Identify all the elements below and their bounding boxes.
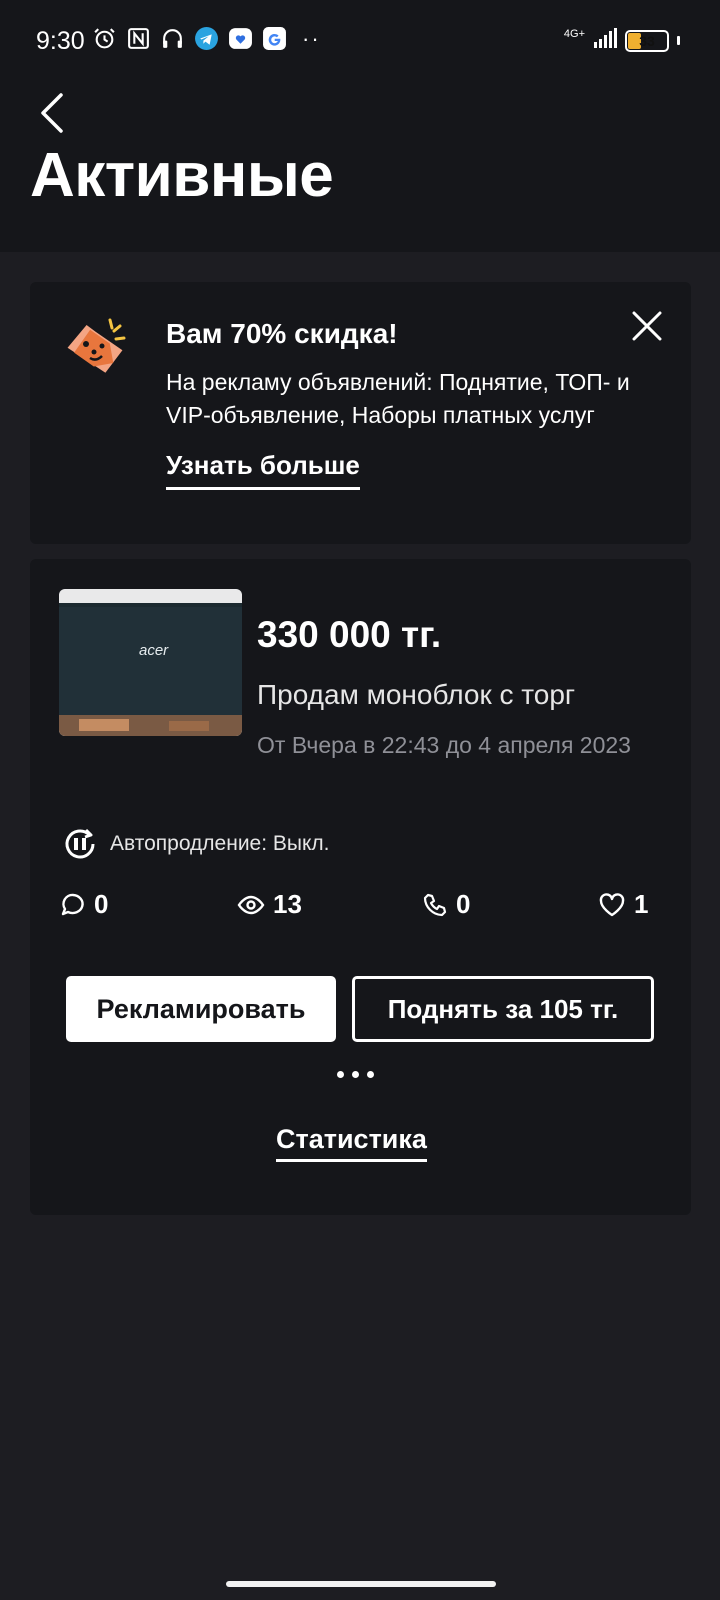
ad-stats: 0 13 0 1	[60, 889, 670, 929]
status-dots: ··	[302, 25, 321, 51]
more-options-icon[interactable]	[325, 1059, 385, 1089]
views-count: 13	[273, 889, 302, 919]
status-icons: ··	[92, 26, 321, 51]
views-stat: 13	[237, 889, 302, 920]
page-title: Активные	[30, 141, 334, 210]
home-indicator[interactable]	[226, 1581, 496, 1587]
chevron-left-icon	[41, 93, 63, 133]
calls-stat: 0	[422, 889, 470, 920]
raise-button[interactable]: Поднять за 105 тг.	[352, 976, 654, 1042]
favorites-stat: 1	[598, 889, 648, 920]
network-type: 4G+	[563, 28, 585, 40]
message-icon	[228, 26, 253, 51]
battery-icon: 33	[625, 29, 669, 52]
ad-price: 330 000 тг.	[257, 614, 442, 655]
heart-icon	[599, 892, 625, 916]
battery-tip	[677, 36, 680, 45]
discount-tag-icon	[60, 314, 130, 384]
ad-title[interactable]: Продам моноблок с торг	[257, 679, 575, 711]
google-icon	[262, 26, 287, 51]
message-icon	[61, 893, 84, 915]
autorenew-status[interactable]: Автопродление: Выкл.	[60, 824, 330, 864]
status-time: 9:30	[36, 27, 85, 55]
promo-text: На рекламу объявлений: Поднятие, ТОП- и …	[166, 369, 630, 428]
telegram-icon	[194, 26, 219, 51]
ad-thumbnail[interactable]: acer	[59, 589, 242, 736]
header: 9:30 ·· 4G+ 33 Активные	[0, 0, 720, 252]
autorenew-label: Автопродление: Выкл.	[110, 832, 330, 855]
status-right: 4G+ 33	[564, 28, 680, 53]
nfc-icon	[126, 26, 151, 51]
close-button[interactable]	[627, 306, 667, 346]
eye-icon	[237, 895, 265, 914]
signal-icon	[593, 28, 617, 53]
alarm-icon	[92, 26, 117, 51]
ad-period: От Вчера в 22:43 до 4 апреля 2023	[257, 732, 631, 758]
headphones-icon	[160, 26, 185, 51]
favorites-count: 1	[634, 889, 649, 919]
phone-icon	[423, 893, 447, 916]
status-bar: 9:30 ·· 4G+ 33	[0, 0, 720, 80]
promo-title: Вам 70% скидка!	[166, 318, 398, 349]
battery-level: 33	[639, 32, 655, 49]
autorenew-pause-icon	[65, 828, 95, 859]
close-icon	[632, 311, 662, 341]
thumb-brand: acer	[139, 642, 169, 659]
statistics-link[interactable]: Статистика	[276, 1124, 427, 1162]
messages-count: 0	[94, 889, 109, 919]
messages-stat: 0	[60, 889, 108, 920]
learn-more-link[interactable]: Узнать больше	[166, 450, 360, 490]
calls-count: 0	[456, 889, 471, 919]
promo-card: Вам 70% скидка! На рекламу объявлений: П…	[30, 282, 691, 544]
ad-card[interactable]: acer 330 000 тг. Продам моноблок с торг …	[30, 559, 691, 1215]
promote-button[interactable]: Рекламировать	[66, 976, 336, 1042]
back-button[interactable]	[30, 88, 74, 138]
